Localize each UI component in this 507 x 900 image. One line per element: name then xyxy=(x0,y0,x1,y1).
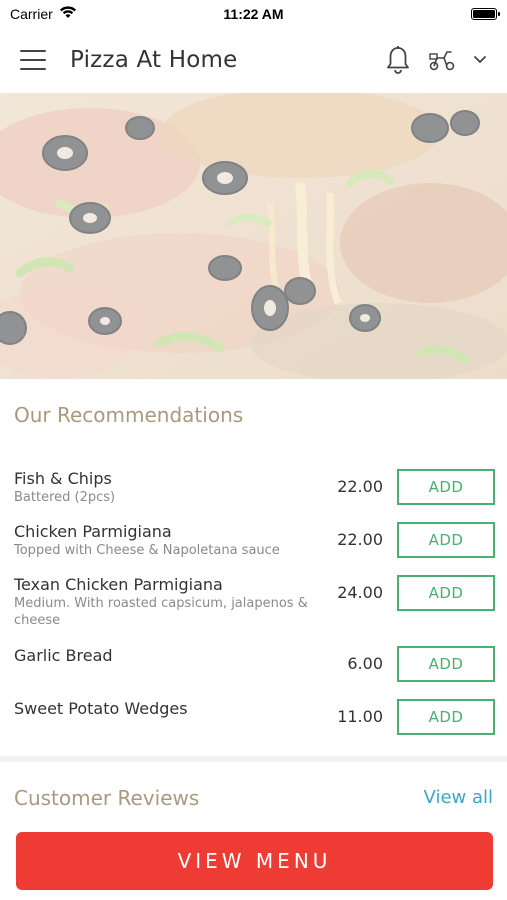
item-description: Topped with Cheese & Napoletana sauce xyxy=(14,543,280,558)
reviews-title: Customer Reviews xyxy=(14,786,200,810)
item-price: 6.00 xyxy=(347,654,383,673)
add-button[interactable]: ADD xyxy=(397,469,495,505)
menu-item: Sweet Potato Wedges 11.00 ADD xyxy=(14,699,495,739)
item-price: 11.00 xyxy=(337,707,383,726)
header-actions xyxy=(385,45,487,75)
status-bar: Carrier 11:22 AM xyxy=(0,0,507,27)
scooter-icon[interactable] xyxy=(427,48,457,72)
section-divider xyxy=(0,756,507,762)
add-button[interactable]: ADD xyxy=(397,575,495,611)
add-button[interactable]: ADD xyxy=(397,646,495,682)
status-left: Carrier xyxy=(10,6,77,22)
item-price: 24.00 xyxy=(337,583,383,602)
battery-icon xyxy=(471,7,500,20)
menu-item: Garlic Bread 6.00 ADD xyxy=(14,646,495,686)
recommendations-title: Our Recommendations xyxy=(14,403,244,427)
item-price: 22.00 xyxy=(337,477,383,496)
view-menu-button[interactable]: VIEW MENU xyxy=(16,832,493,890)
page-title: Pizza At Home xyxy=(70,47,238,73)
hamburger-menu-icon[interactable] xyxy=(20,50,46,70)
item-description: Medium. With roasted capsicum, jalapenos… xyxy=(14,596,308,628)
add-button[interactable]: ADD xyxy=(397,699,495,735)
view-all-link[interactable]: View all xyxy=(424,787,493,808)
menu-item: Chicken Parmigiana Topped with Cheese & … xyxy=(14,522,495,566)
add-button[interactable]: ADD xyxy=(397,522,495,558)
bell-icon[interactable] xyxy=(385,45,411,75)
menu-item: Texan Chicken Parmigiana Medium. With ro… xyxy=(14,575,495,635)
menu-item: Fish & Chips Battered (2pcs) 22.00 ADD xyxy=(14,469,495,513)
wifi-icon xyxy=(59,5,77,22)
item-price: 22.00 xyxy=(337,530,383,549)
hero-pizza-image xyxy=(0,93,507,379)
app-header: Pizza At Home xyxy=(0,27,507,93)
item-description: Battered (2pcs) xyxy=(14,490,116,505)
carrier-label: Carrier xyxy=(10,5,53,22)
chevron-down-icon[interactable] xyxy=(473,55,487,65)
